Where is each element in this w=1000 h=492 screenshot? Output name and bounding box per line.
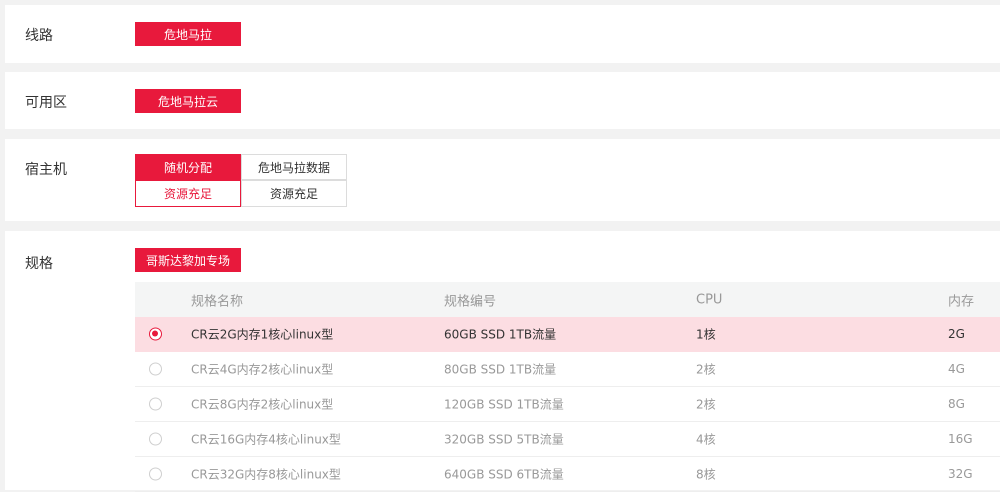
column-header-memory: 内存 (948, 294, 975, 309)
row-spec-memory: 2G (948, 327, 965, 341)
table-row[interactable]: CR云2G内存1核心linux型 60GB SSD 1TB流量 1核 2G (135, 317, 1000, 352)
spec-tag-costa-rica[interactable]: 哥斯达黎加专场 (135, 248, 241, 272)
route-option-guatemala[interactable]: 危地马拉 (135, 22, 241, 46)
row-spec-name: CR云2G内存1核心linux型 (191, 327, 334, 342)
spec-label: 规格 (25, 256, 53, 272)
radio-selected-icon[interactable] (149, 327, 162, 341)
row-spec-name: CR云4G内存2核心linux型 (191, 362, 334, 377)
spec-table: 规格名称 规格编号 CPU 内存 CR云2G内存1核心linux型 60GB S… (135, 282, 1000, 492)
row-spec-cpu: 1核 (696, 327, 716, 342)
host-option-random-status[interactable]: 资源充足 (135, 180, 241, 207)
row-spec-name: CR云16G内存4核心linux型 (191, 432, 341, 447)
table-row[interactable]: CR云4G内存2核心linux型 80GB SSD 1TB流量 2核 4G (135, 352, 1000, 387)
route-section: 线路 危地马拉 (5, 5, 1000, 63)
host-option-random-name[interactable]: 随机分配 (135, 154, 241, 180)
table-row[interactable]: CR云32G内存8核心linux型 640GB SSD 6TB流量 8核 32G (135, 457, 1000, 492)
radio-unselected-icon[interactable] (149, 362, 162, 376)
spec-section: 规格 哥斯达黎加专场 规格名称 规格编号 CPU 内存 CR云2G内存1核心li… (5, 231, 1000, 492)
column-header-name: 规格名称 (191, 294, 244, 309)
zone-option-guatemala-cloud[interactable]: 危地马拉云 (135, 89, 241, 113)
row-spec-memory: 8G (948, 397, 965, 411)
row-spec-cpu: 4核 (696, 432, 716, 447)
column-header-cpu: CPU (696, 292, 723, 307)
row-spec-code: 120GB SSD 1TB流量 (444, 397, 564, 412)
row-spec-code: 80GB SSD 1TB流量 (444, 362, 557, 377)
host-option-guatemala-data-status[interactable]: 资源充足 (241, 180, 347, 207)
column-header-code: 规格编号 (444, 294, 497, 309)
table-row[interactable]: CR云8G内存2核心linux型 120GB SSD 1TB流量 2核 8G (135, 387, 1000, 422)
zone-section: 可用区 危地马拉云 (5, 72, 1000, 129)
row-spec-code: 640GB SSD 6TB流量 (444, 467, 564, 482)
host-section: 宿主机 随机分配 资源充足 危地马拉数据 资源充足 (5, 139, 1000, 221)
row-spec-code: 320GB SSD 5TB流量 (444, 432, 564, 447)
row-spec-cpu: 8核 (696, 467, 716, 482)
row-spec-name: CR云32G内存8核心linux型 (191, 467, 341, 482)
table-row[interactable]: CR云16G内存4核心linux型 320GB SSD 5TB流量 4核 16G (135, 422, 1000, 457)
row-spec-cpu: 2核 (696, 397, 716, 412)
host-label: 宿主机 (25, 162, 67, 178)
row-spec-memory: 16G (948, 432, 973, 446)
route-label: 线路 (25, 28, 53, 44)
zone-label: 可用区 (25, 95, 67, 111)
spec-table-header: 规格名称 规格编号 CPU 内存 (135, 282, 1000, 317)
radio-unselected-icon[interactable] (149, 432, 162, 446)
row-spec-cpu: 2核 (696, 362, 716, 377)
row-spec-code: 60GB SSD 1TB流量 (444, 327, 557, 342)
row-spec-memory: 4G (948, 362, 965, 376)
row-spec-name: CR云8G内存2核心linux型 (191, 397, 334, 412)
host-option-guatemala-data-name[interactable]: 危地马拉数据 (241, 154, 347, 180)
radio-unselected-icon[interactable] (149, 397, 162, 411)
radio-unselected-icon[interactable] (149, 467, 162, 481)
row-spec-memory: 32G (948, 467, 973, 481)
